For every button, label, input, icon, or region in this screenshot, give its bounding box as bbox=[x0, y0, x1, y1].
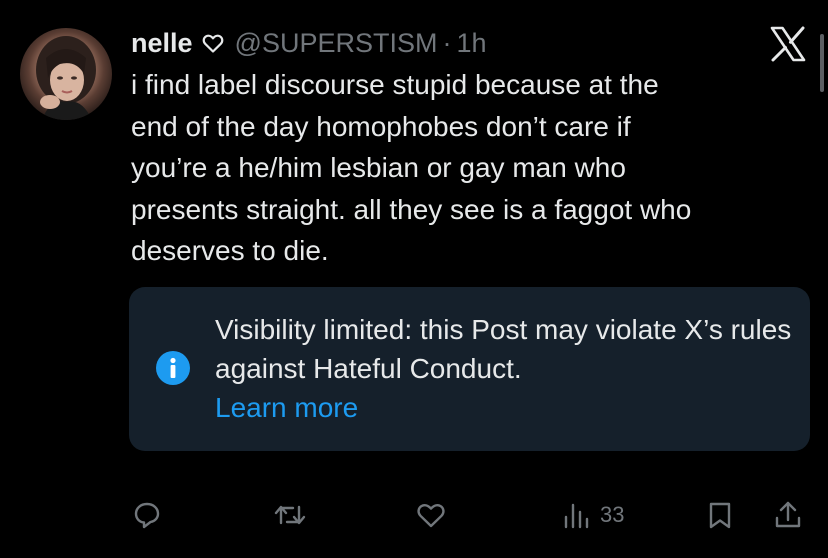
learn-more-link[interactable]: Learn more bbox=[215, 388, 795, 427]
x-logo-icon bbox=[768, 24, 808, 64]
share-icon bbox=[775, 501, 801, 528]
user-handle[interactable]: @SUPERSTISM bbox=[235, 28, 438, 59]
views-icon bbox=[564, 503, 589, 529]
avatar[interactable] bbox=[20, 28, 112, 120]
bookmark-icon bbox=[709, 502, 731, 529]
scrollbar[interactable] bbox=[820, 34, 824, 92]
like-icon bbox=[417, 504, 445, 528]
display-name[interactable]: nelle bbox=[131, 28, 193, 59]
info-icon bbox=[155, 350, 191, 386]
tweet-text: i find label discourse stupid because at… bbox=[131, 69, 692, 266]
like-button[interactable] bbox=[415, 490, 447, 540]
repost-icon bbox=[274, 505, 306, 525]
share-button[interactable] bbox=[772, 490, 804, 540]
bookmark-button[interactable] bbox=[705, 490, 735, 540]
timestamp[interactable]: 1h bbox=[456, 28, 486, 59]
visibility-notice: Visibility limited: this Post may violat… bbox=[129, 287, 810, 451]
tweet[interactable]: nelle @SUPERSTISM · 1h i find label disc… bbox=[0, 0, 828, 558]
reply-button[interactable] bbox=[131, 490, 163, 540]
views-button[interactable]: 33 bbox=[562, 490, 624, 540]
heart-outline-icon bbox=[201, 31, 225, 55]
reply-icon bbox=[134, 502, 160, 529]
action-bar: 33 bbox=[0, 490, 828, 540]
tweet-header: nelle @SUPERSTISM · 1h bbox=[131, 24, 487, 62]
separator-dot: · bbox=[442, 27, 452, 58]
views-count: 33 bbox=[600, 502, 625, 527]
repost-button[interactable] bbox=[272, 490, 308, 540]
notice-message: Visibility limited: this Post may violat… bbox=[215, 314, 792, 384]
